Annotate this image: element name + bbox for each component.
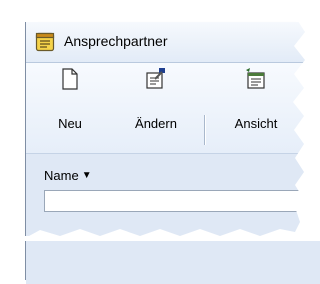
screenshot-stage: Ansprechpartner Neu Ändern Ansicht Name … xyxy=(0,0,320,284)
filter-area: Name ▼ xyxy=(26,154,320,284)
view-button-label: Ansicht xyxy=(234,116,278,131)
notepad-icon xyxy=(35,32,55,52)
name-column-header[interactable]: Name ▼ xyxy=(44,168,92,183)
title-bar[interactable]: Ansprechpartner xyxy=(26,22,320,63)
new-button-label: Neu xyxy=(58,116,82,131)
name-column-label: Name xyxy=(44,168,79,183)
edit-button[interactable]: Ändern xyxy=(116,67,196,149)
edit-button-label: Ändern xyxy=(135,116,177,131)
window-title: Ansprechpartner xyxy=(64,33,168,49)
view-icon xyxy=(243,67,269,94)
edit-document-icon xyxy=(143,67,169,94)
view-button[interactable]: Ansicht xyxy=(206,67,306,149)
toolbar: Neu Ändern Ansicht xyxy=(26,63,320,154)
new-document-icon xyxy=(59,67,81,94)
name-filter-input[interactable] xyxy=(44,190,320,212)
sort-down-icon: ▼ xyxy=(81,169,92,181)
contacts-window: Ansprechpartner Neu Ändern Ansicht Name … xyxy=(25,22,320,284)
new-button[interactable]: Neu xyxy=(36,67,104,149)
